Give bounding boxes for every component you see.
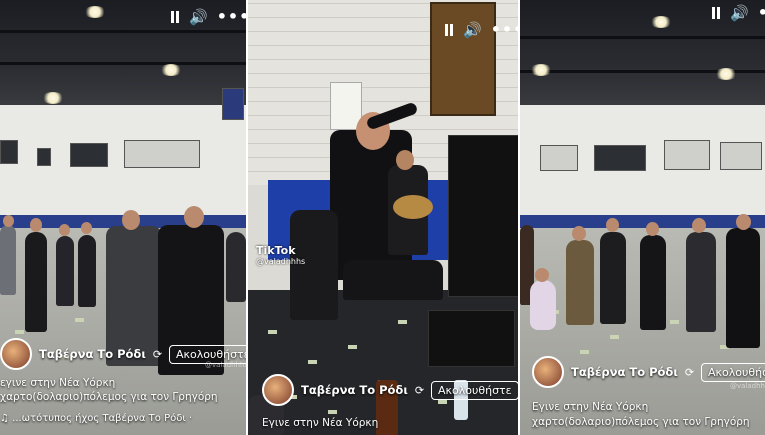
wall-panel — [664, 140, 710, 170]
tiktok-logo: TikTok — [256, 244, 296, 257]
pause-icon[interactable] — [170, 11, 180, 23]
volume-icon[interactable]: 🔊 — [189, 9, 208, 25]
wall-window — [37, 148, 51, 166]
crowd-person — [78, 235, 96, 307]
crowd-person — [566, 240, 594, 325]
monitor-speaker — [428, 310, 515, 367]
volume-icon[interactable]: 🔊 — [463, 22, 482, 38]
ceiling-beam — [0, 30, 246, 33]
wooden-door — [430, 2, 496, 116]
crowd-person — [56, 236, 74, 306]
singer-legs — [343, 260, 443, 300]
account-avatar[interactable] — [0, 338, 32, 370]
wall-panel — [720, 142, 762, 170]
wall-window — [0, 140, 18, 164]
wall-panel — [124, 140, 200, 168]
ceiling-lamp — [42, 92, 64, 104]
refresh-icon: ⟳ — [684, 365, 695, 379]
account-row: Ταβέρνα Το Ρόδι ⟳ Ακολουθήστε — [262, 374, 518, 406]
volume-icon[interactable]: 🔊 — [730, 5, 749, 21]
ceiling-lamp — [715, 68, 737, 80]
account-name[interactable]: Ταβέρνα Το Ρόδι — [39, 347, 146, 361]
ceiling-beam — [520, 36, 765, 39]
account-name[interactable]: Ταβέρνα Το Ρόδι — [301, 383, 408, 397]
ceiling-lamp — [650, 16, 672, 28]
caption-line-2: χαρτο(δολαριο)πόλεμος για τον Γρηγόρη — [0, 391, 218, 403]
court-stripe — [520, 215, 765, 229]
refresh-icon: ⟳ — [152, 347, 163, 361]
follow-button[interactable]: Ακολουθήστε — [431, 380, 518, 400]
ceiling-lamp — [84, 6, 106, 18]
ceiling-lamp — [160, 64, 182, 76]
man-in-black — [726, 228, 760, 348]
watermark-handle: @valadhhhs — [730, 382, 765, 390]
ceiling-lamp — [530, 64, 552, 76]
wall-window — [70, 143, 108, 167]
crowd-person — [226, 232, 246, 302]
wall-window — [594, 145, 646, 171]
caption-line-2: χαρτο(δολαριο)πόλεμος για τον Γρηγόρη — [532, 416, 750, 428]
pa-speaker — [448, 135, 518, 297]
more-icon[interactable]: ••• — [758, 5, 765, 21]
follow-button[interactable]: Ακολουθήστε — [701, 362, 765, 382]
video-panel-right[interactable]: 🔊 ••• Ταβέρνα Το Ρόδι ⟳ Ακολουθήστε @val… — [520, 0, 765, 435]
video-controls: 🔊 ••• — [444, 22, 518, 38]
video-panel-left[interactable]: 🔊 ••• Ταβέρνα Το Ρόδι ⟳ Ακολουθήστε @val… — [0, 0, 246, 435]
caption-line-1: εγινε στην Νέα Υόρκη — [0, 377, 116, 389]
child — [530, 280, 556, 330]
video-controls: 🔊 ••• — [711, 5, 765, 21]
more-icon[interactable]: ••• — [217, 9, 246, 25]
more-icon[interactable]: ••• — [491, 22, 518, 38]
video-panel-center[interactable]: 🔊 ••• TikTok @valadhhhs Ταβέρνα Το Ρόδι … — [248, 0, 518, 435]
ceiling-beam — [0, 62, 246, 65]
bouzouki — [393, 195, 433, 219]
account-name[interactable]: Ταβέρνα Το Ρόδι — [571, 365, 678, 379]
account-avatar[interactable] — [262, 374, 294, 406]
video-controls: 🔊 ••• — [170, 9, 246, 25]
crowd-person — [0, 225, 16, 295]
account-avatar[interactable] — [532, 356, 564, 388]
caption-line-1: Εγινε στην Νέα Υόρκη — [532, 401, 649, 413]
pause-icon[interactable] — [711, 7, 721, 19]
dancer-person — [25, 232, 47, 332]
pause-icon[interactable] — [444, 24, 454, 36]
crowd-person — [600, 232, 626, 324]
wall-banner — [222, 88, 244, 120]
watermark-handle: @valadhhhs — [205, 361, 246, 369]
crowd-person — [640, 235, 666, 330]
tiktok-handle: @valadhhhs — [256, 257, 306, 266]
crowd-person — [686, 232, 716, 332]
wall-panel — [540, 145, 578, 171]
music-line[interactable]: ♫ ...ωτότυπος ήχος Ταβέρνα Το Ρόδι · — [0, 413, 192, 424]
refresh-icon: ⟳ — [414, 383, 425, 397]
caption-line-1: Εγινε στην Νέα Υόρκη — [262, 417, 379, 429]
